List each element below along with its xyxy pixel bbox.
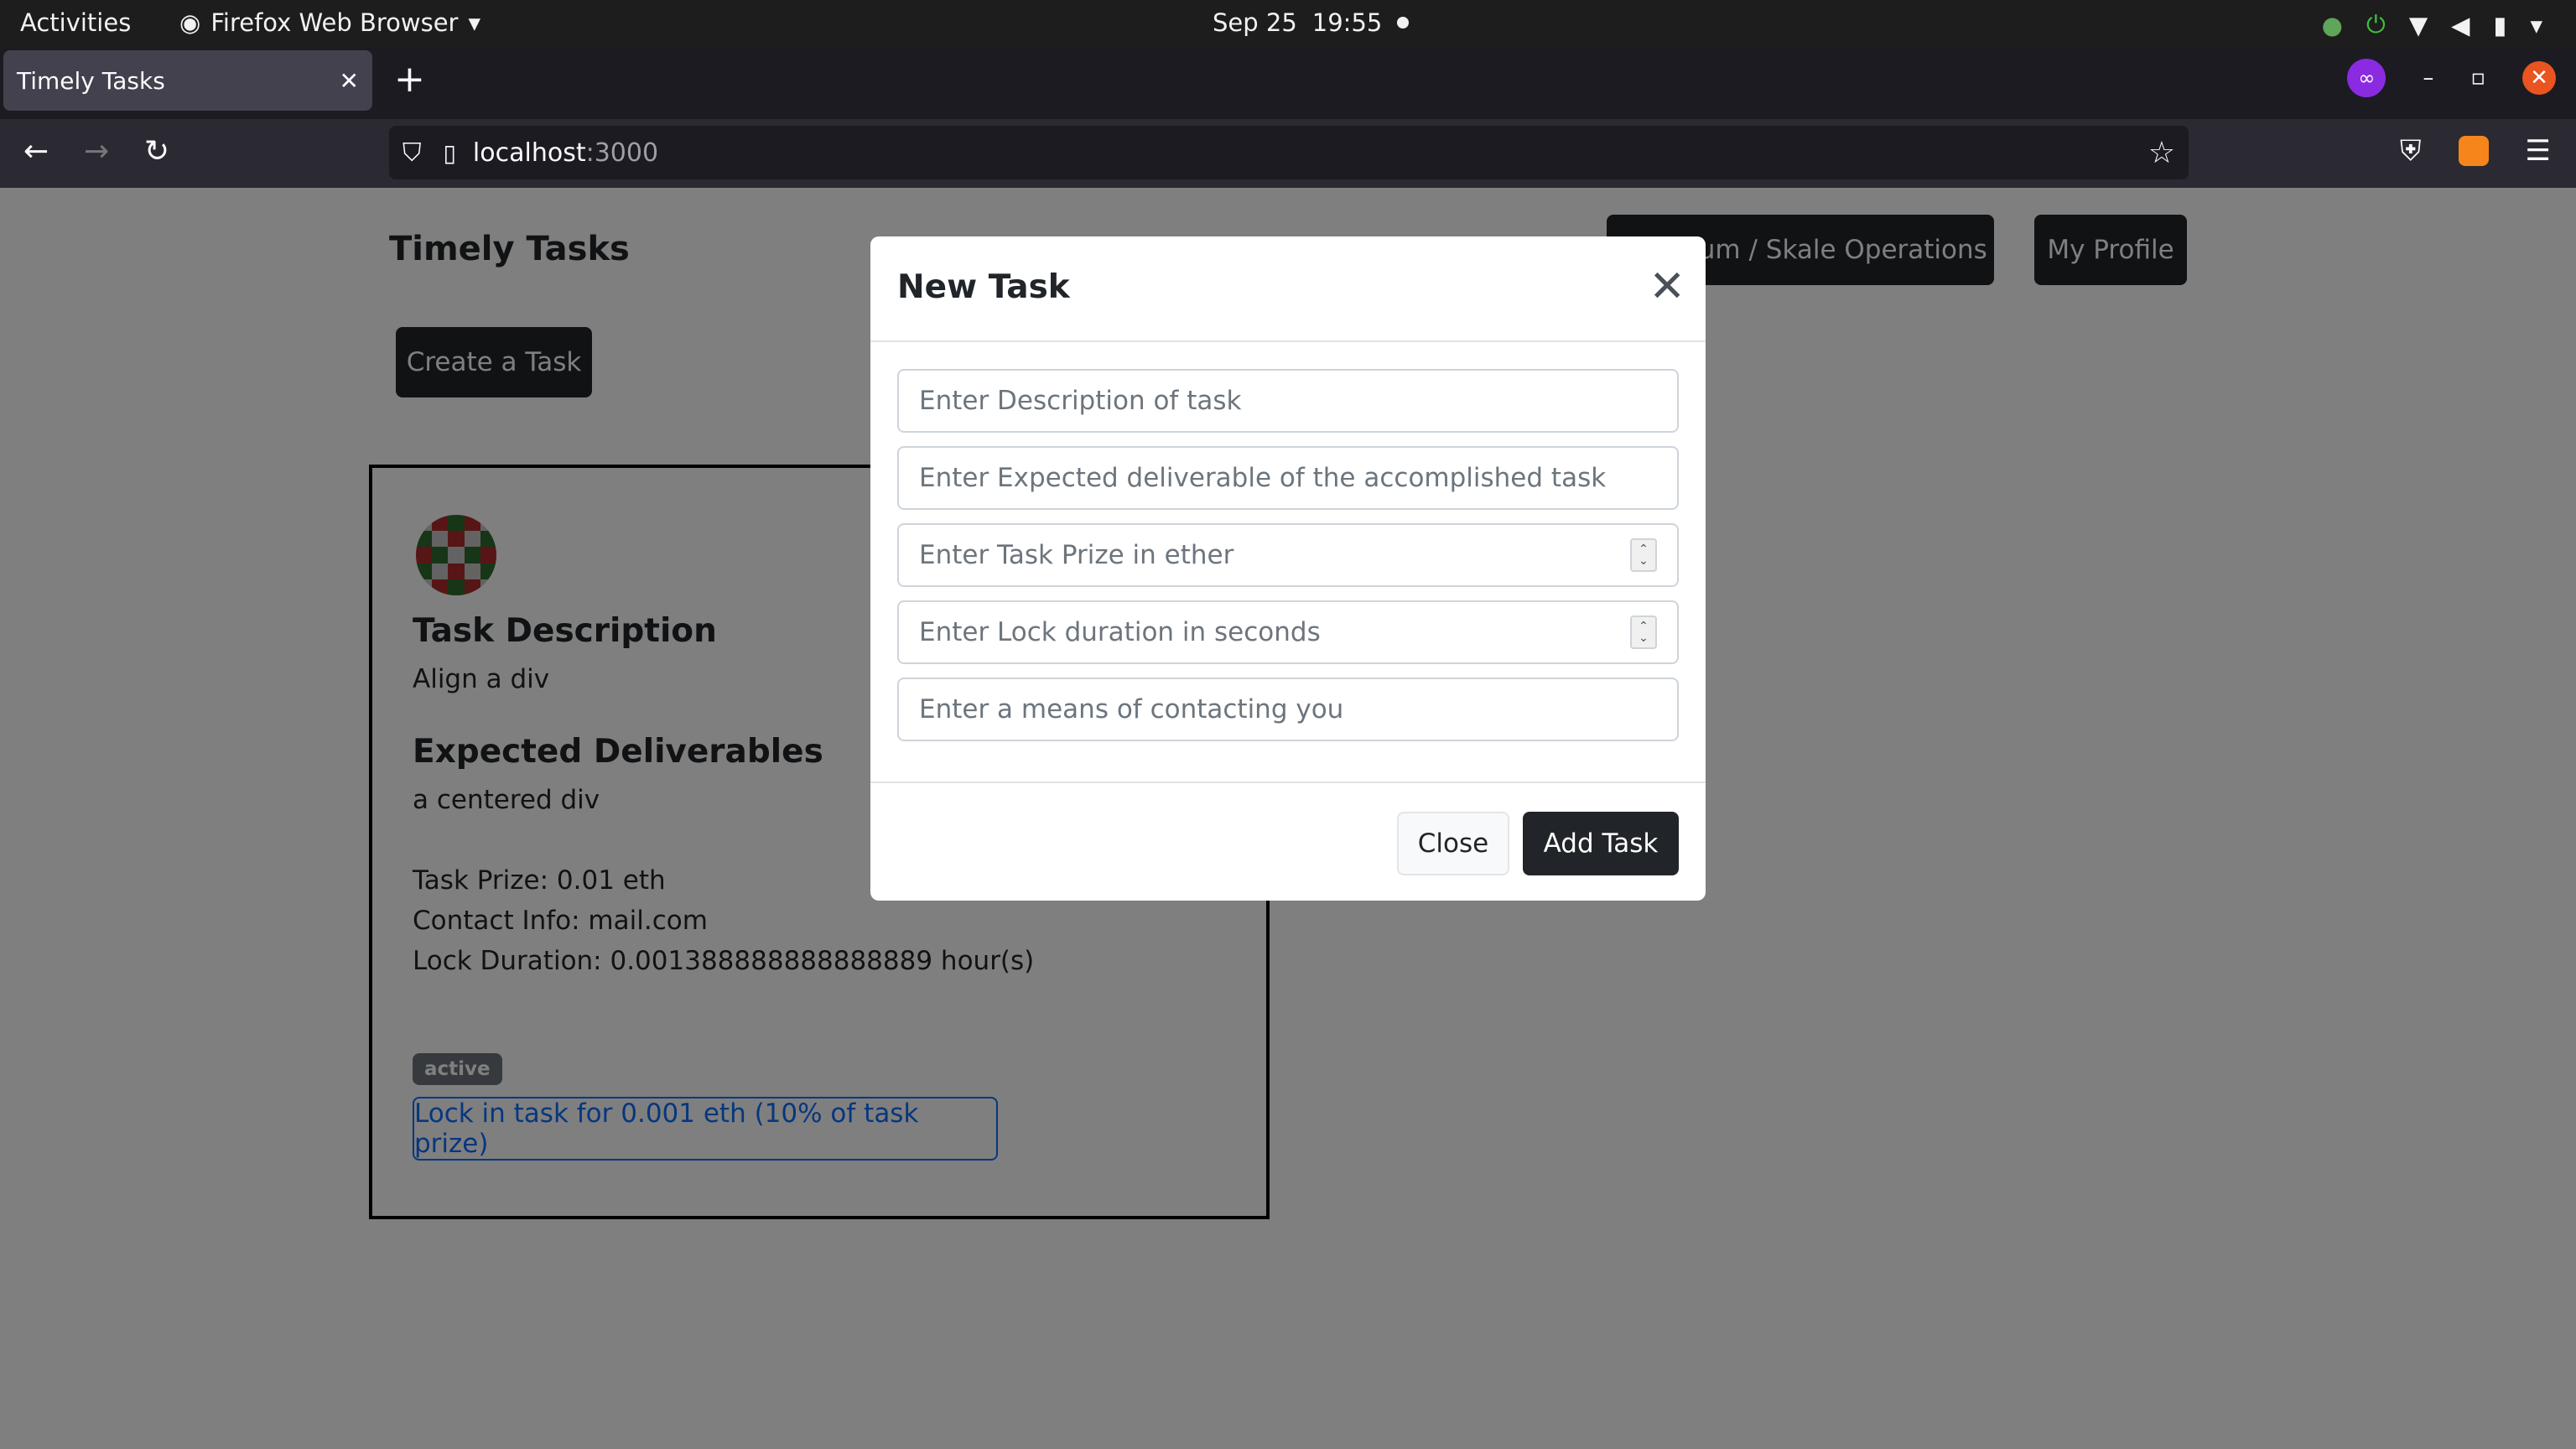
add-task-button[interactable]: Add Task [1523,812,1679,875]
number-spinner-icon[interactable]: ⌃ ⌄ [1630,538,1657,572]
metamask-icon[interactable] [2458,136,2489,166]
system-top-bar: Activities ◉ Firefox Web Browser ▾ Sep 2… [0,0,2576,47]
new-task-modal: New Task ✕ Enter Description of task Ent… [870,236,1706,901]
private-browsing-icon: ∞ [2347,59,2386,97]
forward-icon[interactable]: → [84,134,109,169]
toolbar-right: ⛨ ☰ [2400,134,2551,168]
notification-dot-icon [1397,17,1410,29]
chevron-down-icon: ▾ [2530,10,2542,39]
deliverable-input[interactable]: Enter Expected deliverable of the accomp… [897,446,1679,510]
lock-duration-input[interactable]: Enter Lock duration in seconds ⌃ ⌄ [897,600,1679,664]
task-prize-input[interactable]: Enter Task Prize in ether ⌃ ⌄ [897,523,1679,587]
url-text[interactable]: localhost:3000 [473,138,658,168]
bookmark-star-icon[interactable]: ☆ [2148,136,2175,170]
system-tray[interactable]: ● ⏻ ▼ ◀ ▮ ▾ [2322,10,2542,39]
window-controls: ∞ – ▫ ✕ [2347,59,2556,97]
description-input[interactable]: Enter Description of task [897,369,1679,433]
close-icon[interactable]: ✕ [1649,265,1685,309]
reload-icon[interactable]: ↻ [144,134,169,169]
modal-footer: Close Add Task [870,782,1706,901]
wifi-icon: ▼ [2408,10,2428,39]
power-icon: ⏻ [2366,10,2386,39]
url-bar[interactable]: ⛉ ▯ localhost:3000 ☆ [389,126,2189,179]
modal-header: New Task ✕ [870,236,1706,342]
date-text: Sep 25 [1213,8,1297,37]
url-host: localhost [472,138,586,168]
close-button[interactable]: Close [1397,812,1509,875]
contact-input[interactable]: Enter a means of contacting you [897,678,1679,741]
clock[interactable]: Sep 25 19:55 [1213,8,1410,37]
new-tab-icon[interactable]: + [394,57,425,102]
menu-icon[interactable]: ☰ [2526,134,2551,168]
page-info-icon[interactable]: ▯ [444,139,456,167]
number-spinner-icon[interactable]: ⌃ ⌄ [1630,615,1657,649]
url-port: :3000 [585,138,659,168]
firefox-icon: ◉ [179,8,201,37]
minimize-icon[interactable]: – [2423,65,2433,91]
globe-icon: ● [2321,10,2343,39]
shield-icon[interactable]: ⛉ [402,138,422,168]
tab-timely-tasks[interactable]: Timely Tasks ✕ [3,50,372,111]
app-menu[interactable]: ◉ Firefox Web Browser ▾ [179,8,480,37]
lock-duration-placeholder: Enter Lock duration in seconds [919,617,1321,647]
close-tab-icon[interactable]: ✕ [340,67,359,95]
chevron-down-icon: ▾ [468,8,481,37]
volume-icon: ◀ [2451,10,2470,39]
back-icon[interactable]: ← [23,134,49,169]
navigation-bar: ← → ↻ ⛉ ▯ localhost:3000 ☆ ⛨ ☰ [0,119,2576,188]
activities-button[interactable]: Activities [20,8,131,37]
window-close-icon[interactable]: ✕ [2522,61,2556,95]
tab-strip: Timely Tasks ✕ + ∞ – ▫ ✕ [0,47,2576,119]
pocket-icon[interactable]: ⛨ [2400,134,2422,168]
restore-icon[interactable]: ▫ [2470,65,2485,91]
tab-title: Timely Tasks [17,66,165,95]
battery-icon: ▮ [2493,10,2507,39]
task-prize-placeholder: Enter Task Prize in ether [919,540,1234,570]
modal-title: New Task [897,268,1070,306]
app-name: Firefox Web Browser [210,8,459,37]
time-text: 19:55 [1311,8,1383,37]
